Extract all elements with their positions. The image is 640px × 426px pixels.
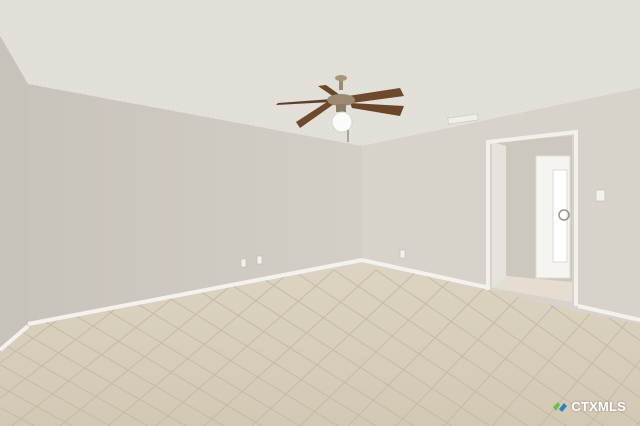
fan-light-globe	[331, 111, 353, 133]
watermark-text: CTXMLS	[571, 398, 626, 414]
outlet-1	[240, 258, 247, 268]
outlet-3	[399, 249, 406, 259]
outlet-2	[256, 255, 263, 265]
ctxmls-logo-icon	[553, 402, 568, 412]
fan-canopy	[335, 75, 347, 81]
fan-light-fitter	[336, 104, 346, 112]
watermark: CTXMLS	[552, 398, 626, 414]
hallway-side-wall	[492, 142, 506, 288]
light-switch[interactable]	[595, 189, 606, 202]
room-photo: CTXMLS	[0, 0, 640, 426]
left-wall	[0, 36, 28, 350]
entry-door-window	[552, 169, 568, 263]
room-illustration	[0, 0, 640, 426]
